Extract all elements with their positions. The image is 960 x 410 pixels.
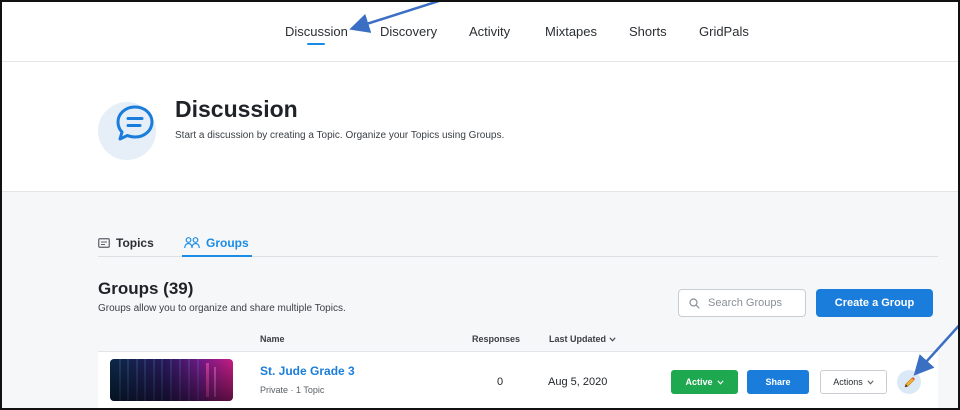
nav-discussion[interactable]: Discussion xyxy=(285,24,348,45)
column-last-updated[interactable]: Last Updated xyxy=(549,334,616,344)
table-row: St. Jude Grade 3 Private · 1 Topic 0 Aug… xyxy=(98,352,938,408)
search-groups-input[interactable] xyxy=(708,297,798,309)
tab-groups[interactable]: Groups xyxy=(184,236,249,250)
tab-groups-label: Groups xyxy=(206,236,249,250)
column-last-updated-label: Last Updated xyxy=(549,334,607,344)
nav-discovery[interactable]: Discovery xyxy=(380,24,437,39)
actions-label: Actions xyxy=(833,377,863,387)
group-thumbnail xyxy=(110,359,233,401)
actions-dropdown[interactable]: Actions xyxy=(820,370,887,394)
edit-button[interactable] xyxy=(897,370,921,394)
column-name: Name xyxy=(260,334,285,344)
tab-active-indicator xyxy=(182,255,252,257)
nav-mixtapes[interactable]: Mixtapes xyxy=(545,24,597,39)
top-nav: Discussion Discovery Activity Mixtapes S… xyxy=(2,2,958,62)
group-thumbnail-image xyxy=(110,359,233,401)
groups-heading: Groups (39) xyxy=(98,279,194,298)
group-meta: Private · 1 Topic xyxy=(260,385,325,395)
page-title: Discussion xyxy=(175,96,298,122)
status-active-dropdown[interactable]: Active xyxy=(671,370,738,394)
chevron-down-icon xyxy=(716,379,724,385)
chevron-down-icon xyxy=(867,379,874,385)
tab-topics[interactable]: Topics xyxy=(98,236,154,250)
search-groups-field[interactable] xyxy=(678,289,806,317)
status-active-label: Active xyxy=(685,377,713,387)
pencil-icon xyxy=(904,376,915,387)
chat-bubble-icon xyxy=(116,105,154,141)
nav-gridpals[interactable]: GridPals xyxy=(699,24,749,39)
groups-icon xyxy=(184,237,200,249)
create-group-button[interactable]: Create a Group xyxy=(816,289,933,317)
group-name-link[interactable]: St. Jude Grade 3 xyxy=(260,364,355,378)
group-last-updated: Aug 5, 2020 xyxy=(548,376,608,388)
column-responses: Responses xyxy=(472,334,521,344)
topics-icon xyxy=(98,238,110,248)
search-icon xyxy=(689,297,700,309)
app-window: Discussion Discovery Activity Mixtapes S… xyxy=(0,0,960,410)
share-button[interactable]: Share xyxy=(747,370,809,394)
page-subtitle: Start a discussion by creating a Topic. … xyxy=(175,130,505,141)
tab-topics-label: Topics xyxy=(116,236,154,250)
groups-description: Groups allow you to organize and share m… xyxy=(98,303,346,314)
nav-activity[interactable]: Activity xyxy=(469,24,510,39)
group-responses: 0 xyxy=(496,376,504,388)
chevron-down-icon xyxy=(609,336,616,342)
page-header: Discussion Start a discussion by creatin… xyxy=(2,62,958,192)
nav-shorts[interactable]: Shorts xyxy=(629,24,667,39)
